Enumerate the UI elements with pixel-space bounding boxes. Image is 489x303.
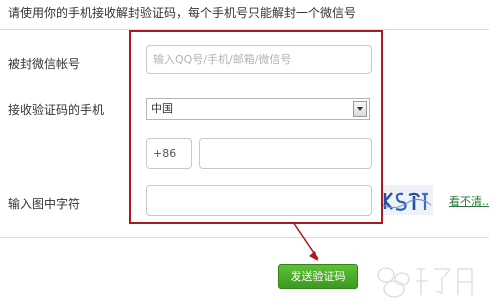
send-code-button[interactable]: 发送验证码	[278, 264, 358, 289]
account-label: 被封微信帐号	[8, 57, 81, 71]
account-input[interactable]	[146, 45, 372, 74]
top-divider	[0, 29, 489, 30]
phone-number-input[interactable]	[199, 138, 372, 169]
captcha-input[interactable]	[146, 185, 372, 216]
country-select[interactable]: 中国	[146, 98, 370, 120]
country-code-field[interactable]: +86	[146, 138, 192, 169]
captcha-image[interactable]	[381, 185, 433, 215]
phone-label: 接收验证码的手机	[8, 103, 105, 117]
country-select-value: 中国	[151, 102, 173, 115]
instruction-text: 请使用你的手机接收解封验证码，每个手机号只能解封一个微信号	[8, 6, 357, 20]
refresh-captcha-link[interactable]: 看不清...	[449, 193, 489, 209]
chevron-down-icon[interactable]	[353, 101, 367, 117]
bottom-divider	[0, 237, 489, 238]
captcha-label: 输入图中字符	[8, 197, 81, 211]
watermark-logo	[377, 267, 473, 298]
